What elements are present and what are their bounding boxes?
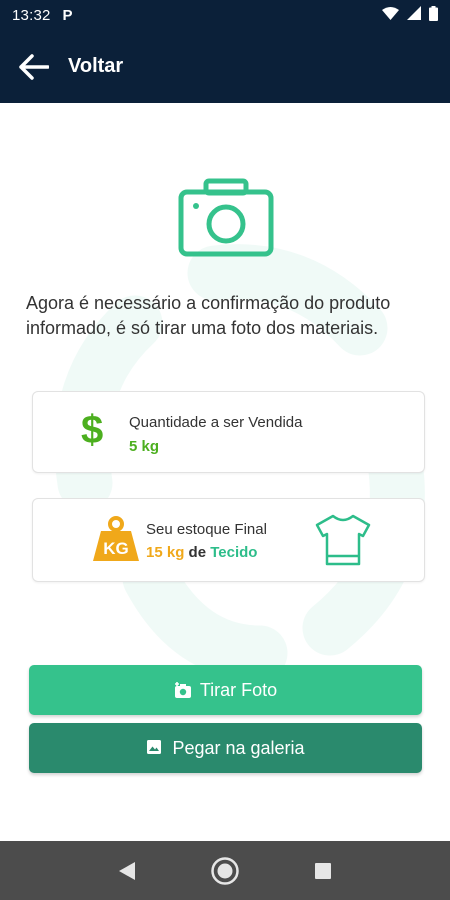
quantity-card: $ Quantidade a ser Vendida 5 kg bbox=[32, 391, 425, 473]
app-bar: Voltar bbox=[0, 30, 450, 103]
gallery-label: Pegar na galeria bbox=[172, 737, 305, 758]
nav-home-button[interactable] bbox=[205, 851, 245, 891]
gallery-button[interactable]: Pegar na galeria bbox=[29, 723, 422, 773]
quantity-label: Quantidade a ser Vendida bbox=[129, 414, 303, 431]
nav-recents-button[interactable] bbox=[303, 851, 343, 891]
take-photo-button[interactable]: Tirar Foto bbox=[29, 665, 422, 715]
status-app-indicator: P bbox=[62, 6, 73, 24]
instructions-text: Agora é necessário a confirmação do prod… bbox=[26, 293, 391, 338]
home-circle-icon bbox=[211, 856, 239, 885]
wifi-icon bbox=[382, 6, 399, 24]
stock-label: Seu estoque Final bbox=[146, 521, 267, 538]
back-button[interactable] bbox=[18, 51, 50, 83]
arrow-left-icon bbox=[19, 53, 49, 80]
kg-icon-label: KG bbox=[103, 539, 129, 558]
recents-square-icon bbox=[315, 862, 331, 879]
tshirt-icon bbox=[315, 514, 371, 566]
image-icon bbox=[146, 739, 164, 757]
stock-card: KG Seu estoque Final 15 kg de Tecido bbox=[32, 498, 425, 582]
add-photo-icon bbox=[174, 681, 192, 699]
signal-icon bbox=[407, 6, 421, 24]
status-bar: 13:32 P bbox=[0, 0, 450, 30]
nav-back-button[interactable] bbox=[107, 851, 147, 891]
quantity-value: 5 kg bbox=[129, 438, 160, 455]
stock-value-line: 15 kg de Tecido bbox=[146, 544, 257, 561]
take-photo-label: Tirar Foto bbox=[199, 679, 278, 700]
dollar-icon: $ bbox=[81, 408, 104, 452]
back-triangle-icon bbox=[119, 861, 135, 880]
status-time: 13:32 bbox=[12, 6, 51, 24]
stock-material: Tecido bbox=[210, 544, 258, 561]
stock-amount: 15 kg bbox=[146, 544, 185, 561]
stock-connector: de bbox=[188, 544, 207, 561]
status-icons bbox=[382, 5, 438, 25]
battery-icon bbox=[429, 5, 438, 25]
main-content: Agora é necessário a confirmação do prod… bbox=[0, 103, 450, 841]
kg-weight-icon: KG bbox=[93, 516, 139, 561]
system-nav-bar bbox=[0, 841, 450, 900]
camera-outline-icon bbox=[178, 178, 274, 257]
app-bar-title[interactable]: Voltar bbox=[68, 55, 123, 78]
